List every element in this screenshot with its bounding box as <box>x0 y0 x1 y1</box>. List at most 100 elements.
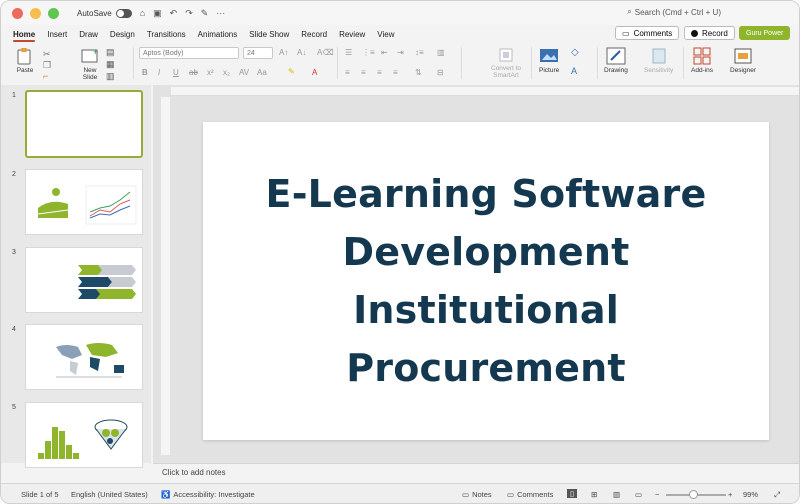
tab-insert[interactable]: Insert <box>47 25 67 43</box>
reset-icon[interactable]: ▦ <box>106 59 115 70</box>
more-icon[interactable]: ··· <box>216 8 225 18</box>
tab-home[interactable]: Home <box>13 25 36 43</box>
close-window-button[interactable] <box>12 7 23 19</box>
slide-thumbnail-4[interactable] <box>25 324 143 390</box>
thumbnail-number: 1 <box>12 92 16 99</box>
redo-icon[interactable]: ↷ <box>185 8 193 19</box>
horizontal-ruler[interactable] <box>171 87 799 96</box>
section-icon[interactable]: ▥ <box>106 71 115 82</box>
designer-label: Designer <box>730 67 757 74</box>
comment-icon: ▭ <box>507 490 515 499</box>
slide-thumbnail-2[interactable] <box>25 169 143 235</box>
paste-button[interactable]: Paste <box>15 47 35 74</box>
search-box[interactable]: ⌕ Search (Cmd + Ctrl + U) <box>627 7 721 17</box>
italic-icon[interactable]: I <box>158 68 160 77</box>
normal-view-icon[interactable]: ▯ <box>567 489 578 498</box>
comments-button[interactable]: ▭ Comments <box>615 26 680 40</box>
slide-canvas[interactable]: E-Learning Software Development Institut… <box>203 122 769 440</box>
add-ins-label: Add-ins <box>691 67 714 74</box>
layout-icon[interactable]: ▤ <box>106 47 115 58</box>
underline-icon[interactable]: U <box>173 68 179 77</box>
notes-button[interactable]: ▭ Notes <box>462 490 492 499</box>
notes-pane[interactable]: Click to add notes <box>153 463 799 481</box>
bullets-icon[interactable]: ☰ <box>345 48 352 57</box>
clear-format-icon[interactable]: A⌫ <box>317 48 334 57</box>
columns-icon[interactable]: ▥ <box>437 48 445 57</box>
zoom-in-icon[interactable]: + <box>728 490 732 499</box>
tab-record[interactable]: Record <box>301 25 327 43</box>
decrease-indent-icon[interactable]: ⇤ <box>381 48 388 57</box>
ribbon-divider <box>133 47 134 79</box>
undo-icon[interactable]: ↶ <box>170 8 178 19</box>
slide-thumbnail-1[interactable] <box>25 90 143 158</box>
slide-title-textbox[interactable]: E-Learning Software Development Institut… <box>266 165 707 397</box>
accessibility-button[interactable]: ♿ Accessibility: Investigate <box>161 490 255 499</box>
format-painter-icon[interactable]: ✎ <box>201 8 209 19</box>
superscript-icon[interactable]: x² <box>207 68 214 77</box>
sensitivity-icon <box>652 48 666 64</box>
text-direction-icon[interactable]: ⇅ <box>415 68 422 77</box>
text-box-icon[interactable]: A <box>571 66 577 76</box>
justify-icon[interactable]: ≡ <box>393 68 398 77</box>
align-left-icon[interactable]: ≡ <box>345 68 350 77</box>
highlight-icon[interactable]: ✎ <box>288 67 295 76</box>
increase-font-icon[interactable]: A↑ <box>279 48 288 57</box>
decrease-font-icon[interactable]: A↓ <box>297 48 306 57</box>
slide-thumbnail-3[interactable] <box>25 247 143 313</box>
increase-indent-icon[interactable]: ⇥ <box>397 48 404 57</box>
zoom-slider-handle[interactable] <box>689 490 698 499</box>
add-ins-button[interactable]: Add-ins <box>691 47 713 74</box>
font-color-icon[interactable]: A <box>312 68 317 77</box>
zoom-level[interactable]: 99% <box>743 490 758 499</box>
format-painter-brush-icon[interactable]: ⌐ <box>43 71 48 81</box>
title-bar: AutoSave ⌂ ▣ ↶ ↷ ✎ ··· ⌕ Search (Cmd + C… <box>1 1 799 25</box>
new-slide-button[interactable]: + New Slide <box>79 47 101 81</box>
strikethrough-icon[interactable]: ab <box>189 68 198 77</box>
vertical-ruler[interactable] <box>161 97 170 455</box>
guru-power-button[interactable]: Guru Power <box>739 26 791 40</box>
font-size-select[interactable]: 24 <box>243 47 273 59</box>
autosave-label: AutoSave <box>77 8 112 18</box>
home-icon[interactable]: ⌂ <box>140 8 145 18</box>
align-center-icon[interactable]: ≡ <box>361 68 366 77</box>
zoom-window-button[interactable] <box>48 7 59 19</box>
cut-icon[interactable]: ✂ <box>43 49 51 60</box>
save-icon[interactable]: ▣ <box>153 8 162 19</box>
bold-icon[interactable]: B <box>142 68 148 77</box>
tab-review[interactable]: Review <box>339 25 365 43</box>
convert-smartart-button[interactable]: Convert to SmartArt <box>487 47 525 79</box>
numbering-icon[interactable]: ⋮≡ <box>362 48 375 57</box>
sensitivity-button[interactable]: Sensitivity <box>644 47 673 74</box>
status-comments-button[interactable]: ▭ Comments <box>507 490 553 499</box>
tab-draw[interactable]: Draw <box>79 25 98 43</box>
slide-sorter-icon[interactable]: ⊞ <box>591 490 597 499</box>
minimize-window-button[interactable] <box>30 7 41 19</box>
fit-to-window-icon[interactable]: ⤢ <box>774 490 780 500</box>
tab-view[interactable]: View <box>377 25 394 43</box>
drawing-button[interactable]: Drawing <box>604 47 628 74</box>
copy-icon[interactable]: ❐ <box>43 60 51 71</box>
picture-button[interactable]: Picture <box>539 47 559 74</box>
change-case-icon[interactable]: Aa <box>257 68 267 77</box>
reading-view-icon[interactable]: ▥ <box>613 490 620 499</box>
char-spacing-icon[interactable]: AV <box>239 68 249 77</box>
ribbon: Paste ✂ ❐ ⌐ + New Slide ▤ ▦ ▥ Aptos (Bod… <box>1 43 799 83</box>
font-name-select[interactable]: Aptos (Body) <box>139 47 239 59</box>
line-spacing-icon[interactable]: ↕≡ <box>415 48 424 57</box>
tab-slide-show[interactable]: Slide Show <box>249 25 289 43</box>
designer-button[interactable]: Designer <box>730 47 756 74</box>
record-button[interactable]: Record <box>684 26 735 40</box>
zoom-out-icon[interactable]: − <box>655 490 659 499</box>
align-text-icon[interactable]: ⊟ <box>437 68 444 77</box>
tab-transitions[interactable]: Transitions <box>147 25 186 43</box>
tab-animations[interactable]: Animations <box>198 25 238 43</box>
shapes-icon[interactable]: ◇ <box>571 47 579 58</box>
slide-thumbnail-5[interactable] <box>25 402 143 468</box>
tab-design[interactable]: Design <box>110 25 135 43</box>
autosave-toggle[interactable] <box>115 8 132 18</box>
subscript-icon[interactable]: x₂ <box>223 68 230 77</box>
align-right-icon[interactable]: ≡ <box>377 68 382 77</box>
notes-icon: ▭ <box>462 490 470 499</box>
language-indicator[interactable]: English (United States) <box>71 490 148 499</box>
slideshow-view-icon[interactable]: ▭ <box>635 490 642 499</box>
